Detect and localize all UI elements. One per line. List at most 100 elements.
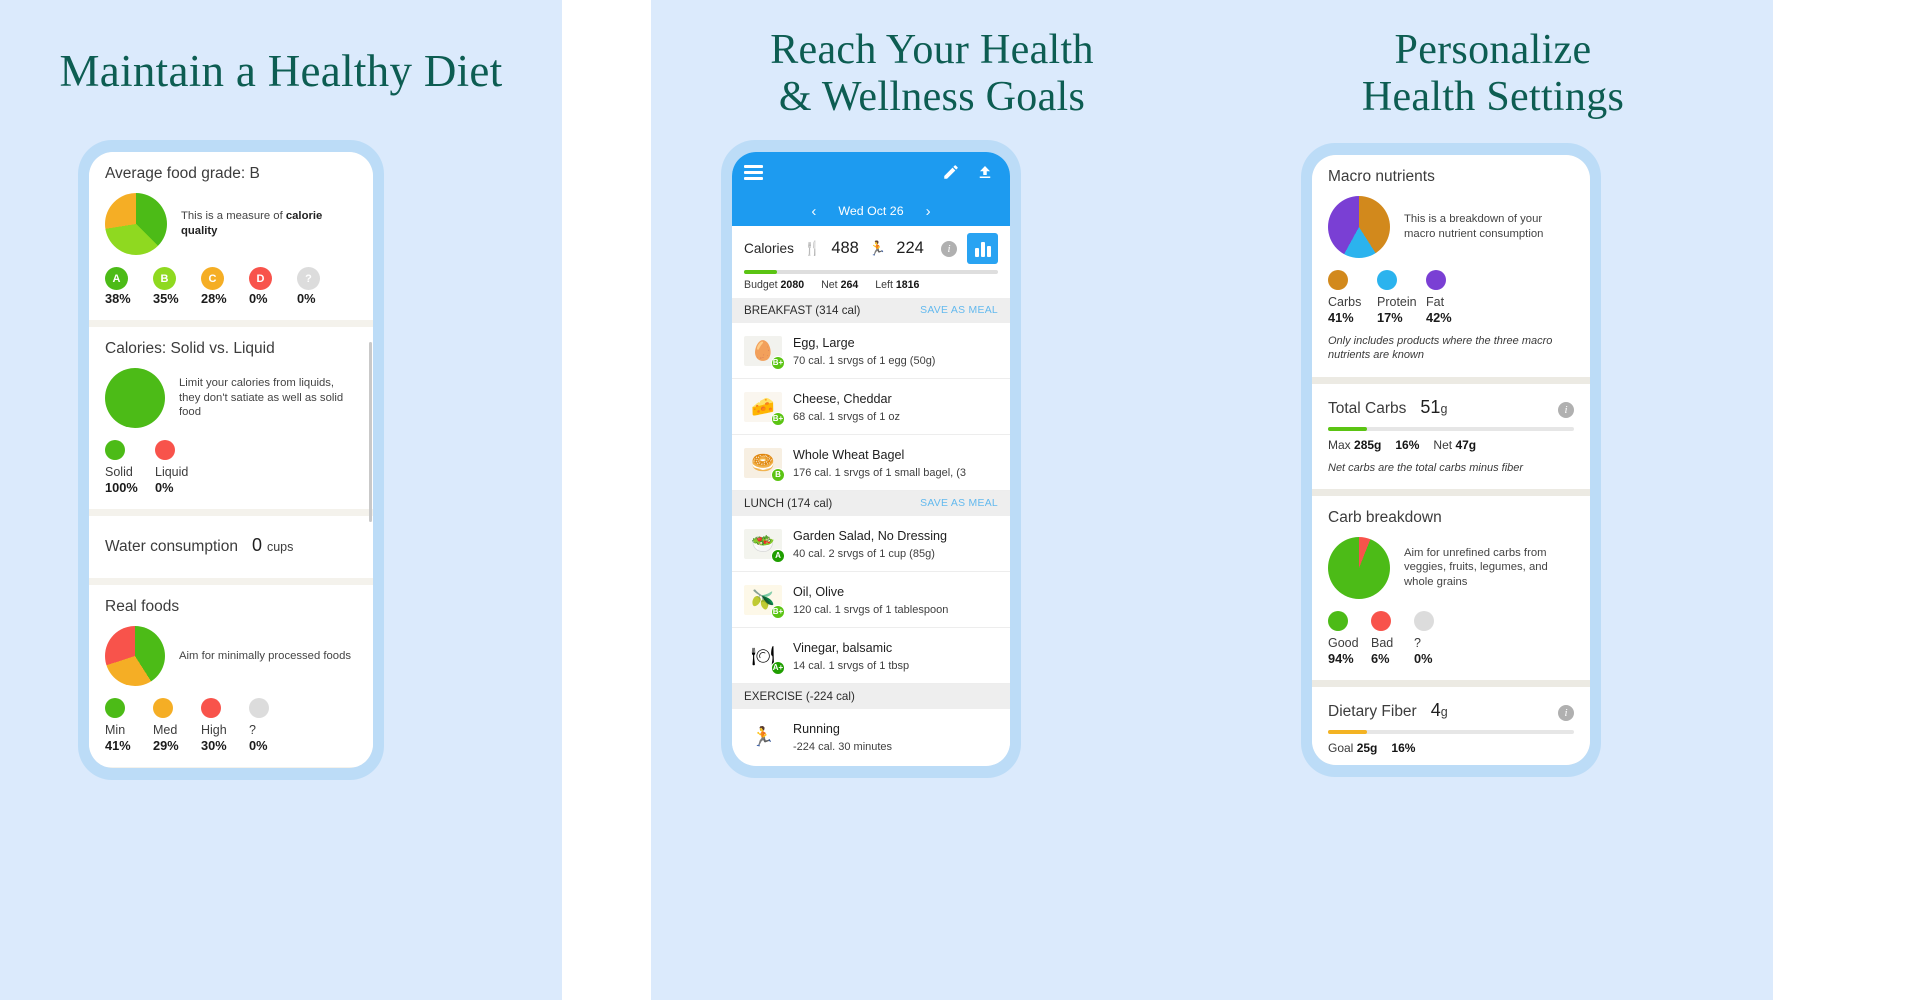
hamburger-icon[interactable]	[744, 165, 763, 183]
info-icon[interactable]: i	[1558, 704, 1574, 721]
net-value: 264	[840, 279, 859, 291]
panel-maintain-healthy-diet: Maintain a Healthy Diet Average food gra…	[0, 0, 562, 1000]
lunch-save-as-meal[interactable]: SAVE AS MEAL	[920, 498, 998, 509]
unknown-carb-value: 0%	[1414, 650, 1433, 666]
dietary-fiber-percent: 16%	[1391, 740, 1416, 755]
min-label: Min	[105, 723, 126, 737]
grade-badge-olive-oil: B+	[771, 604, 785, 619]
chevron-right-icon[interactable]: ›	[926, 203, 931, 220]
total-carbs-max-label: Max	[1328, 437, 1351, 452]
app-bar	[732, 152, 1010, 196]
date-navigator: ‹ Wed Oct 26 ›	[732, 196, 1010, 226]
legend-item-min: Min 41%	[105, 698, 153, 753]
carb-breakdown-chart-row: Aim for unrefined carbs from veggies, fr…	[1328, 536, 1574, 599]
med-dot	[153, 698, 173, 718]
real-foods-title: Real foods	[105, 598, 180, 615]
info-icon[interactable]: i	[1558, 401, 1574, 418]
real-foods-legend: Min 41% Med 29% High 30% ? 0%	[105, 698, 357, 753]
fat-value: 42%	[1426, 310, 1452, 325]
statistics-button[interactable]	[967, 233, 998, 264]
legend-item-bad: Bad 6%	[1371, 610, 1414, 666]
current-date[interactable]: Wed Oct 26	[838, 204, 903, 218]
phone-screen-1: Average food grade: B This is a measure …	[89, 152, 373, 768]
high-label: High	[201, 723, 227, 737]
section-header-exercise: EXERCISE (-224 cal)	[732, 684, 1010, 709]
food-name-cheese: Cheese, Cheddar	[793, 392, 892, 406]
grade-unknown-dot: ?	[297, 267, 320, 290]
food-thumb-egg: 🥚 B+	[744, 335, 785, 370]
section-header-breakfast: BREAKFAST (314 cal) SAVE AS MEAL	[732, 298, 1010, 323]
food-item-salad[interactable]: 🥗 A Garden Salad, No Dressing 40 cal. 2 …	[732, 516, 1010, 572]
total-carbs-max-value: 285g	[1354, 437, 1382, 452]
med-label: Med	[153, 723, 178, 737]
bad-label: Bad	[1371, 635, 1394, 650]
legend-item-grade-b: B 35%	[153, 267, 201, 306]
unknown-carb-label: ?	[1414, 635, 1421, 650]
grade-d-dot: D	[249, 267, 272, 290]
solid-liquid-note: Limit your calories from liquids, they d…	[179, 376, 344, 419]
calorie-progress-bar	[744, 270, 998, 274]
panel-personalize-health-settings: Personalize Health Settings Macro nutrie…	[1213, 0, 1773, 1000]
food-item-cheese[interactable]: 🧀 B+ Cheese, Cheddar 68 cal. 1 srvgs of …	[732, 379, 1010, 435]
liquid-value: 0%	[155, 480, 174, 495]
macro-note: This is a breakdown of your macro nutrie…	[1404, 213, 1544, 240]
card-dietary-fiber[interactable]: Dietary Fiber 4 g i Goal 25g 16%	[1312, 686, 1590, 765]
food-thumb-olive-oil: 🫒 B+	[744, 584, 785, 619]
food-desc-cheese: 68 cal. 1 srvgs of 1 oz	[793, 411, 900, 423]
net-label: Net	[821, 279, 838, 291]
food-thumb-salad: 🥗 A	[744, 528, 785, 563]
solid-liquid-legend: Solid 100% Liquid 0%	[105, 440, 357, 495]
grade-note-prefix: This is a measure of	[181, 210, 286, 223]
upload-icon[interactable]	[976, 163, 994, 181]
card-real-foods[interactable]: Real foods Aim for minimally processed f…	[89, 585, 373, 767]
carb-breakdown-title: Carb breakdown	[1328, 508, 1442, 526]
cutlery-icon: 🍴	[803, 240, 822, 256]
food-name-bagel: Whole Wheat Bagel	[793, 448, 905, 462]
water-label: Water consumption	[105, 538, 238, 555]
breakfast-title: BREAKFAST (314 cal)	[744, 304, 861, 317]
card-water-consumption[interactable]: Water consumption 0 cups	[89, 516, 373, 578]
macro-legend: Carbs 41% Protein 17% Fat 42%	[1328, 270, 1574, 325]
total-carbs-meta: Max 285g 16% Net 47g	[1328, 438, 1574, 452]
card-carb-breakdown[interactable]: Carb breakdown Aim for unrefined carbs f…	[1312, 495, 1590, 680]
info-icon[interactable]: i	[941, 240, 957, 257]
food-item-olive-oil[interactable]: 🫒 B+ Oil, Olive 120 cal. 1 srvgs of 1 ta…	[732, 572, 1010, 628]
panel-gap-1	[562, 0, 651, 1000]
phone-mockup-1: Average food grade: B This is a measure …	[78, 140, 384, 780]
total-carbs-value: 51	[1420, 396, 1441, 417]
food-item-egg[interactable]: 🥚 B+ Egg, Large 70 cal. 1 srvgs of 1 egg…	[732, 323, 1010, 379]
card-macro-nutrients[interactable]: Macro nutrients This is a breakdown of y…	[1312, 155, 1590, 377]
macro-chart-row: This is a breakdown of your macro nutrie…	[1328, 196, 1574, 258]
panel1-headline: Maintain a Healthy Diet	[59, 46, 503, 96]
scrollbar-panel1[interactable]	[369, 342, 372, 522]
legend-item-grade-a: A 38%	[105, 267, 153, 306]
grade-badge-salad: A	[771, 548, 785, 563]
liquid-dot	[155, 440, 175, 460]
chevron-left-icon[interactable]: ‹	[811, 203, 816, 220]
med-value: 29%	[153, 738, 179, 753]
card-calories-solid-vs-liquid[interactable]: Calories: Solid vs. Liquid Limit your ca…	[89, 327, 373, 509]
calorie-summary-bar: Calories 🍴 488 🏃 224 i Budget 2080 Net 2…	[732, 226, 1010, 298]
grade-badge-egg: B+	[771, 355, 785, 370]
food-name-salad: Garden Salad, No Dressing	[793, 529, 948, 543]
grade-badge-vinegar: A+	[771, 660, 785, 675]
high-value: 30%	[201, 738, 227, 753]
real-foods-note: Aim for minimally processed foods	[179, 649, 352, 662]
legend-item-good: Good 94%	[1328, 610, 1371, 666]
exercise-item-running[interactable]: 🏃 Running -224 cal. 30 minutes	[732, 709, 1010, 764]
card-average-food-grade[interactable]: Average food grade: B This is a measure …	[89, 152, 373, 320]
card-total-carbs[interactable]: Total Carbs 51 g i Max 285g 16% Net 47g …	[1312, 383, 1590, 489]
high-dot	[201, 698, 221, 718]
pencil-icon[interactable]	[942, 163, 960, 181]
left-value: 1816	[895, 279, 920, 291]
unknown-rf-dot	[249, 698, 269, 718]
food-item-vinegar[interactable]: 🍽 A+ Vinegar, balsamic 14 cal. 1 srvgs o…	[732, 628, 1010, 684]
protein-label: Protein	[1377, 295, 1417, 309]
breakfast-save-as-meal[interactable]: SAVE AS MEAL	[920, 305, 998, 316]
macro-nutrients-title: Macro nutrients	[1328, 168, 1435, 185]
food-desc-bagel: 176 cal. 1 srvgs of 1 small bagel, (3	[793, 467, 967, 479]
good-dot	[1328, 610, 1348, 631]
grade-badge-bagel: B	[771, 467, 785, 482]
panel2-headline-line1: Reach Your Health	[770, 27, 1094, 73]
food-item-bagel[interactable]: 🥯 B Whole Wheat Bagel 176 cal. 1 srvgs o…	[732, 435, 1010, 491]
